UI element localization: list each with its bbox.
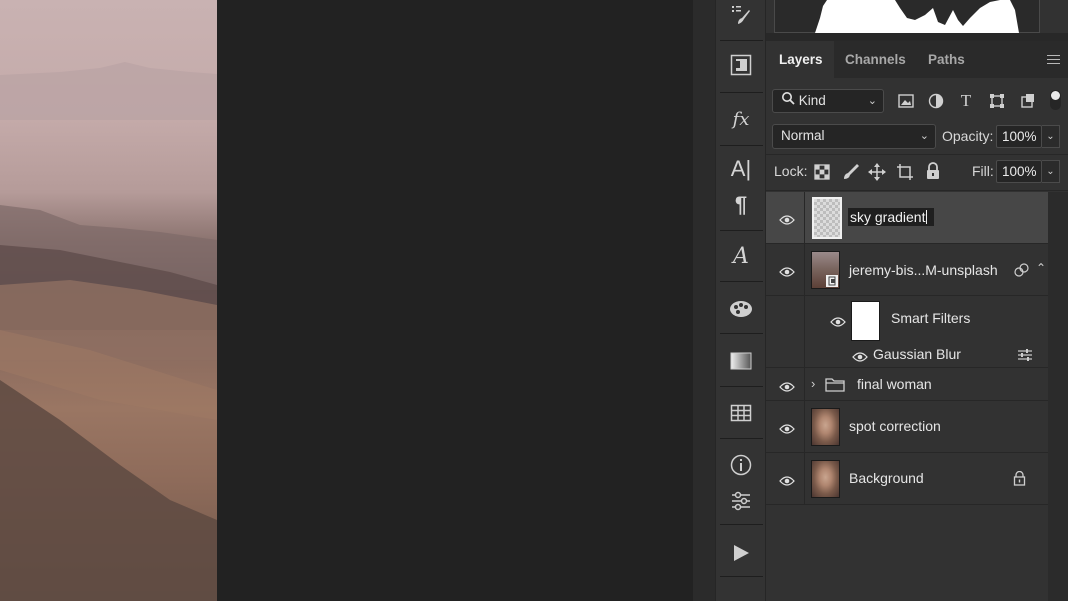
adjustment-filter-icon[interactable]	[927, 92, 945, 110]
histogram	[774, 0, 1040, 33]
chevron-right-icon[interactable]: ›	[811, 376, 815, 391]
swatches-icon[interactable]	[726, 294, 756, 324]
layer-name: spot correction	[849, 418, 941, 434]
panel-tabs: Layers Channels Paths	[766, 41, 1068, 78]
chevron-down-icon: ⌄	[867, 95, 877, 107]
gradient-icon[interactable]	[726, 346, 756, 376]
lock-icon	[1013, 470, 1026, 489]
layer-jeremy-unsplash[interactable]: jeremy-bis...M-unsplash ⌃	[766, 244, 1048, 296]
filter-kind-select[interactable]: Kind ⌄	[772, 89, 884, 113]
document-workspace	[217, 0, 693, 601]
layer-thumbnail	[811, 251, 840, 289]
play-icon[interactable]	[726, 538, 756, 568]
layer-background[interactable]: Background	[766, 453, 1048, 505]
shape-filter-icon[interactable]	[988, 92, 1006, 110]
brush-preset-icon[interactable]	[726, 0, 756, 30]
smart-filter-badge-icon	[1014, 263, 1029, 280]
layer-name: final woman	[857, 376, 932, 392]
eye-icon[interactable]	[779, 380, 795, 392]
tab-channels[interactable]: Channels	[845, 41, 906, 78]
eye-icon[interactable]	[779, 213, 795, 225]
fx-icon[interactable]: fx	[726, 104, 756, 134]
opacity-label: Opacity:	[942, 128, 994, 144]
gaussian-blur-label: Gaussian Blur	[873, 346, 961, 362]
glyphs-icon[interactable]: A	[726, 241, 756, 271]
layer-name: Background	[849, 470, 924, 486]
chevron-up-icon[interactable]: ⌃	[1036, 261, 1046, 275]
lock-transparent-icon[interactable]	[814, 164, 830, 183]
layer-thumbnail	[811, 408, 840, 446]
blend-mode-select[interactable]: Normal ⌄	[772, 124, 936, 149]
blend-mode-value: Normal	[781, 128, 825, 143]
eye-icon[interactable]	[830, 315, 846, 327]
character-icon[interactable]: A|	[726, 154, 756, 184]
tab-layers[interactable]: Layers	[766, 41, 834, 78]
smartobject-filter-icon[interactable]	[1019, 92, 1037, 110]
tab-paths[interactable]: Paths	[928, 41, 965, 78]
lock-position-icon[interactable]	[868, 163, 886, 184]
smart-filter-mask-thumbnail	[851, 301, 880, 341]
layers-scrollbar[interactable]	[1048, 192, 1068, 601]
artboard-icon[interactable]	[726, 50, 756, 80]
text-cursor	[926, 210, 927, 224]
smart-filters-label: Smart Filters	[891, 310, 971, 326]
eye-icon[interactable]	[852, 350, 868, 362]
canvas-image	[0, 0, 217, 601]
panel-separator	[766, 33, 1068, 41]
chevron-down-icon: ⌄	[919, 130, 929, 142]
info-icon[interactable]	[726, 450, 756, 480]
layer-thumbnail	[812, 197, 842, 239]
layer-group-final-woman[interactable]: › final woman	[766, 368, 1048, 401]
panel-dock-gap	[693, 0, 715, 601]
table-icon[interactable]	[726, 398, 756, 428]
layer-name: jeremy-bis...M-unsplash	[849, 262, 998, 278]
adjustments-icon[interactable]	[726, 486, 756, 516]
layer-sky-gradient[interactable]: sky gradient	[766, 192, 1048, 244]
lock-label: Lock:	[774, 163, 808, 179]
lock-all-icon[interactable]	[925, 162, 941, 183]
layer-name-editor[interactable]: sky gradient	[848, 208, 934, 226]
layer-thumbnail	[811, 460, 840, 498]
lock-artboard-icon[interactable]	[896, 163, 914, 184]
layer-name: sky gradient	[850, 209, 926, 225]
type-filter-icon[interactable]: T	[957, 91, 975, 110]
opacity-input[interactable]: 100%	[996, 125, 1042, 148]
filter-options-icon[interactable]	[1017, 349, 1033, 364]
fill-input[interactable]: 100%	[996, 160, 1042, 183]
search-icon	[781, 90, 795, 112]
eye-icon[interactable]	[779, 265, 795, 277]
paragraph-icon[interactable]: ¶	[726, 190, 756, 220]
image-filter-icon[interactable]	[897, 92, 915, 110]
filter-kind-label: Kind	[798, 93, 826, 108]
filter-toggle[interactable]	[1050, 90, 1061, 110]
smart-filters-row[interactable]: Smart Filters Gaussian Blur	[766, 296, 1048, 368]
lock-pixels-icon[interactable]	[842, 163, 860, 184]
fill-label: Fill:	[972, 163, 994, 179]
panel-menu-icon[interactable]	[1047, 55, 1060, 67]
panel-icon-strip: fx A| ¶ A	[715, 0, 766, 601]
folder-icon	[825, 377, 845, 395]
eye-icon[interactable]	[779, 422, 795, 434]
fill-dropdown[interactable]: ⌄	[1042, 160, 1060, 183]
eye-icon[interactable]	[779, 474, 795, 486]
layers-list: sky gradient jeremy-bis...M-unsplash ⌃ S…	[766, 192, 1068, 601]
layer-spot-correction[interactable]: spot correction	[766, 401, 1048, 453]
opacity-dropdown[interactable]: ⌄	[1042, 125, 1060, 148]
